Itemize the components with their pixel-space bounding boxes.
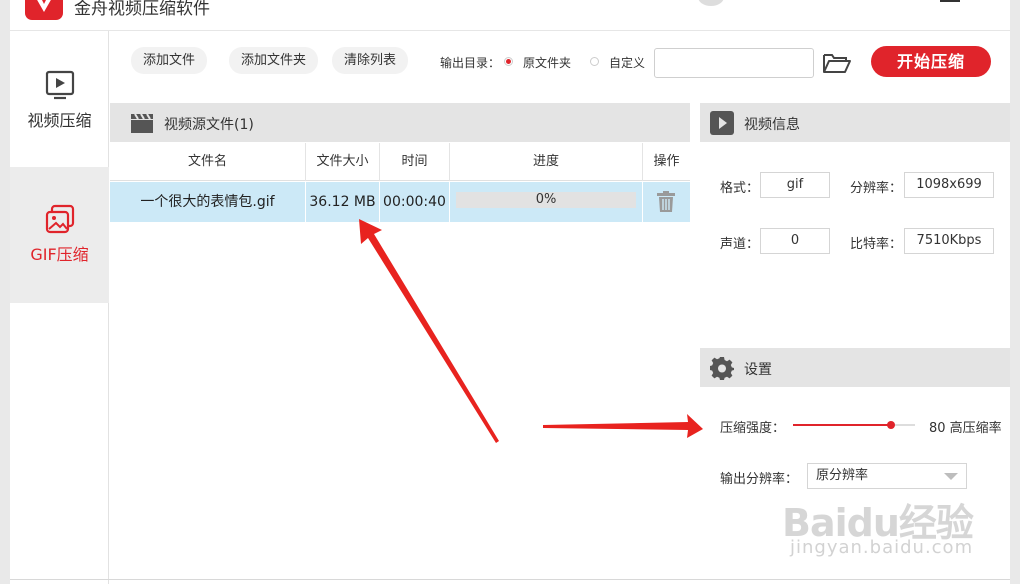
output-path-input[interactable] — [654, 48, 814, 78]
file-action-cell — [643, 182, 690, 222]
output-resolution-select[interactable]: 原分辨率 — [807, 463, 967, 489]
chevron-down-icon — [944, 473, 958, 480]
column-header-name[interactable]: 文件名 — [110, 143, 306, 181]
channel-label: 声道： — [720, 237, 760, 252]
baidu-watermark-url: jingyan.baidu.com — [790, 537, 974, 558]
output-resolution-value: 原分辨率 — [816, 468, 869, 483]
compress-strength-value: 80 高压缩率 — [929, 421, 1002, 436]
output-resolution-label: 输出分辨率： — [720, 472, 799, 487]
bitrate-field: 7510Kbps — [904, 228, 994, 254]
table-row[interactable]: 一个很大的表情包.gif 36.12 MB 00:00:40 0% — [110, 182, 690, 222]
file-list-panel: 视频源文件(1) 文件名 文件大小 时间 进度 操作 一个很大的表情包.gif … — [110, 103, 690, 584]
settings-title: 设置 — [744, 362, 772, 378]
channel-field: 0 — [760, 228, 830, 254]
video-info-icon — [710, 111, 734, 135]
format-field: gif — [760, 172, 830, 198]
sidebar-item-video-compress[interactable]: 视频压缩 — [10, 31, 109, 167]
file-list-title: 视频源文件(1) — [164, 117, 254, 133]
column-header-progress[interactable]: 进度 — [450, 143, 643, 181]
user-avatar-icon[interactable] — [698, 0, 724, 6]
resolution-field: 1098x699 — [904, 172, 994, 198]
output-dir-label: 输出目录： — [440, 56, 501, 70]
sidebar-item-label: 视频压缩 — [27, 111, 92, 130]
compress-strength-label: 压缩强度： — [720, 421, 786, 436]
open-folder-icon[interactable] — [822, 51, 852, 75]
video-play-icon — [45, 70, 75, 100]
sidebar: 视频压缩 GIF压缩 — [10, 31, 109, 584]
slider-fill — [793, 424, 891, 426]
video-info-title: 视频信息 — [744, 117, 800, 133]
clapperboard-icon — [131, 113, 153, 133]
radio-custom[interactable] — [590, 57, 599, 66]
column-header-time[interactable]: 时间 — [380, 143, 450, 181]
file-name-cell: 一个很大的表情包.gif — [110, 182, 306, 222]
trash-icon[interactable] — [656, 191, 676, 213]
slider-handle[interactable] — [886, 421, 895, 429]
start-compress-button[interactable]: 开始压缩 — [871, 46, 991, 77]
gif-image-icon — [45, 204, 75, 234]
format-label: 格式： — [720, 181, 760, 196]
radio-custom-label[interactable]: 自定义 — [609, 54, 645, 71]
radio-original-folder-label[interactable]: 原文件夹 — [523, 54, 571, 71]
resolution-label: 分辨率： — [850, 181, 903, 196]
window-bottom-border — [10, 579, 1010, 580]
file-progress-cell: 0% — [450, 182, 643, 222]
bitrate-label: 比特率： — [850, 237, 903, 252]
sidebar-item-gif-compress[interactable]: GIF压缩 — [10, 167, 109, 303]
progress-text: 0% — [535, 192, 557, 207]
radio-original-folder[interactable] — [504, 57, 513, 66]
compress-strength-slider[interactable] — [793, 421, 915, 429]
file-time-cell: 00:00:40 — [380, 182, 450, 222]
add-file-button[interactable]: 添加文件 — [131, 47, 208, 74]
sidebar-item-label: GIF压缩 — [30, 245, 89, 264]
gear-icon — [710, 357, 734, 380]
column-header-action: 操作 — [653, 154, 680, 169]
title-bar: 金舟视频压缩软件 — [10, 0, 1010, 31]
file-list-header: 视频源文件(1) — [110, 103, 690, 142]
table-header: 文件名 文件大小 时间 进度 操作 — [110, 143, 690, 181]
add-folder-button[interactable]: 添加文件夹 — [229, 47, 319, 74]
column-header-size[interactable]: 文件大小 — [306, 143, 380, 181]
file-size-cell: 36.12 MB — [306, 182, 380, 222]
app-logo-icon — [25, 0, 63, 20]
video-info-header: 视频信息 — [700, 103, 1010, 142]
app-title: 金舟视频压缩软件 — [74, 0, 210, 19]
minimize-button[interactable] — [940, 0, 960, 4]
toolbar: 添加文件 添加文件夹 清除列表 输出目录： 原文件夹 自定义 开始压缩 — [110, 31, 1010, 95]
clear-list-button[interactable]: 清除列表 — [332, 47, 409, 74]
settings-header: 设置 — [700, 348, 1010, 387]
